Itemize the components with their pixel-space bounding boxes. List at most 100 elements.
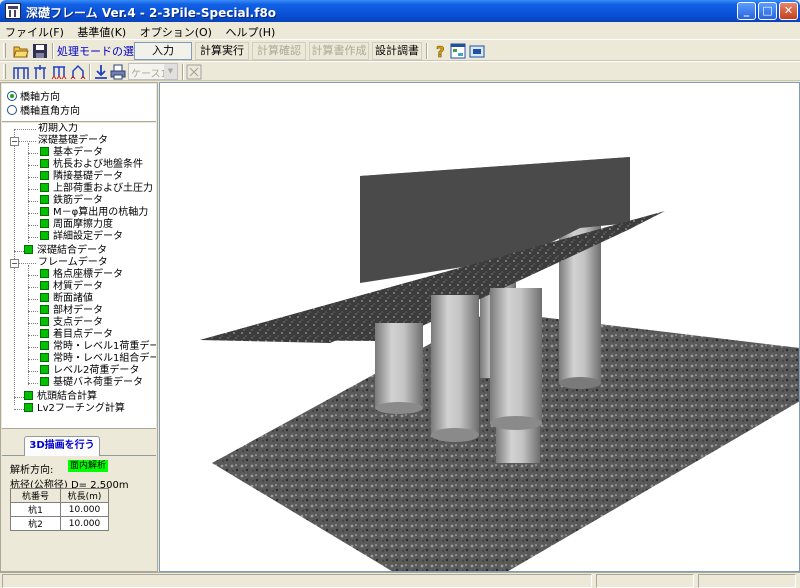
case-select[interactable]: ケース1 ▼ — [128, 63, 178, 80]
table-row[interactable]: 杭1 10.000 — [10, 502, 109, 517]
node-status-icon — [40, 147, 49, 156]
help-icon[interactable]: ? — [432, 43, 448, 59]
radio-bridge-axis[interactable]: 橋軸方向 — [7, 88, 60, 103]
radio-bridge-perpendicular[interactable]: 橋軸直角方向 — [7, 102, 80, 117]
node-status-icon — [40, 231, 49, 240]
node-status-icon — [40, 341, 49, 350]
print-icon[interactable] — [110, 64, 126, 80]
pile-base — [490, 416, 542, 430]
tree-line — [14, 129, 36, 130]
tree-item-foundation-1[interactable]: 基本データ — [40, 147, 103, 159]
tree-item-frame-3[interactable]: 断面諸値 — [40, 293, 93, 305]
table-cell[interactable]: 10.000 — [60, 502, 109, 517]
mode-select-label: 処理モードの選択 — [57, 45, 145, 58]
node-status-icon — [40, 317, 49, 326]
tree-item-combined[interactable]: 深礎結合データ — [24, 245, 107, 257]
radio-button[interactable] — [7, 91, 17, 101]
tree-line — [28, 177, 38, 178]
pile-base — [559, 377, 601, 389]
input-tree: 初期入力 − 深礎基礎データ 基本データ 杭長および地盤条件 隣接基礎データ 上部荷重… — [2, 123, 156, 429]
open-folder-icon[interactable] — [13, 43, 29, 59]
3d-model-render[interactable] — [160, 83, 800, 572]
design-document-button[interactable]: 設計調書 — [372, 42, 422, 60]
pile-base — [375, 402, 423, 414]
create-report-button[interactable]: 計算書作成 — [309, 42, 369, 60]
tree-item-frame-5[interactable]: 支点データ — [40, 317, 103, 329]
table-row[interactable]: 杭2 10.000 — [10, 516, 109, 531]
view-icon[interactable] — [450, 43, 466, 59]
maximize-button[interactable]: □ — [758, 2, 777, 20]
close-button[interactable]: ✕ — [779, 2, 798, 20]
direction-radio-group: 橋軸方向 橋軸直角方向 — [2, 84, 156, 122]
node-status-icon — [24, 403, 33, 412]
pile-center-front — [490, 288, 542, 423]
tree-item-foundation-6[interactable]: M－φ算出用の杭軸力 — [40, 207, 148, 219]
table-cell[interactable]: 杭1 — [10, 502, 61, 517]
tree-line — [28, 275, 38, 276]
tree-item-frame-4[interactable]: 部材データ — [40, 305, 103, 317]
tree-item-foundation-5[interactable]: 鉄筋データ — [40, 195, 103, 207]
radio-button[interactable] — [7, 105, 17, 115]
save-icon[interactable] — [32, 43, 48, 59]
menu-standard-values[interactable]: 基準値(K) — [72, 22, 131, 40]
tree-item-foundation-7[interactable]: 周面摩擦力度 — [40, 219, 113, 231]
tree-expander[interactable]: − — [10, 137, 19, 146]
run-calculation-button[interactable]: 計算実行 — [195, 42, 249, 60]
menu-help[interactable]: ヘルプ(H) — [220, 22, 280, 40]
tree-item-foundation-2[interactable]: 杭長および地盤条件 — [40, 159, 143, 171]
tree-item-frame-6[interactable]: 着目点データ — [40, 329, 113, 341]
input-button[interactable]: 入力 — [134, 42, 192, 60]
tree-item-frame-10[interactable]: 基礎バネ荷重データ — [40, 377, 143, 389]
tree-line — [28, 371, 38, 372]
load-icon[interactable] — [70, 64, 86, 80]
toolbar-grip[interactable] — [3, 64, 6, 79]
table-cell[interactable]: 10.000 — [60, 516, 109, 531]
tree-item-initial[interactable]: 初期入力 — [38, 123, 78, 135]
case-select-value: ケース1 — [131, 69, 167, 80]
support-icon[interactable] — [51, 64, 67, 80]
tree-item-frame-2[interactable]: 材質データ — [40, 281, 103, 293]
node-status-icon — [40, 305, 49, 314]
tree-item-frame-9[interactable]: レベル2荷重データ — [40, 365, 139, 377]
tree-item-frame[interactable]: フレームデータ — [38, 257, 108, 269]
frame-icon[interactable] — [13, 64, 29, 80]
tree-item-frame-1[interactable]: 格点座標データ — [40, 269, 123, 281]
tree-item-foundation-3[interactable]: 隣接基礎データ — [40, 171, 123, 183]
export-icon[interactable] — [469, 43, 485, 59]
node-status-icon — [40, 281, 49, 290]
toolbar-grip[interactable] — [3, 43, 6, 58]
node-status-icon — [24, 391, 33, 400]
tree-item-foundation-8[interactable]: 詳細設定データ — [40, 231, 123, 243]
tree-item-foundation[interactable]: 深礎基礎データ — [38, 135, 108, 147]
title-bar: 深礎フレーム Ver.4 - 2-3Pile-Special.f8o _ □ ✕ — [0, 0, 800, 22]
check-calculation-button[interactable]: 計算確認 — [252, 42, 306, 60]
app-icon[interactable] — [5, 3, 21, 19]
toolbar-separator — [89, 64, 91, 80]
3d-viewport[interactable] — [159, 82, 800, 572]
pile-icon[interactable] — [32, 64, 48, 80]
fit-view-icon[interactable] — [186, 64, 202, 80]
tree-line — [14, 409, 24, 410]
info-panel: 3D描画を行う 解析方向: 面内解析 杭径(公称径) D= 2.500m 杭番号… — [2, 430, 156, 571]
node-status-icon — [40, 159, 49, 168]
chevron-down-icon[interactable]: ▼ — [164, 64, 177, 79]
tree-item-footing[interactable]: Lv2フーチング計算 — [24, 403, 125, 415]
tree-expander[interactable]: − — [10, 259, 19, 268]
down-arrow-icon[interactable] — [93, 64, 109, 80]
node-status-icon — [40, 183, 49, 192]
status-panel — [2, 574, 592, 588]
tree-line — [14, 397, 24, 398]
table-cell[interactable]: 杭2 — [10, 516, 61, 531]
tree-line — [28, 299, 38, 300]
analysis-direction-value: 面内解析 — [68, 460, 109, 472]
tree-item-pile-head[interactable]: 杭頭結合計算 — [24, 391, 97, 403]
tree-item-foundation-4[interactable]: 上部荷重および土圧力 — [40, 183, 153, 195]
tree-item-frame-8[interactable]: 常時・レベル1組合データ — [40, 353, 156, 365]
menu-file[interactable]: ファイル(F) — [0, 22, 69, 40]
menu-options[interactable]: オプション(O) — [135, 22, 217, 40]
node-status-icon — [24, 245, 33, 254]
minimize-button[interactable]: _ — [737, 2, 756, 20]
tree-item-frame-7[interactable]: 常時・レベル1荷重データ — [40, 341, 156, 353]
draw-3d-tab[interactable]: 3D描画を行う — [24, 436, 100, 456]
node-status-icon — [40, 329, 49, 338]
